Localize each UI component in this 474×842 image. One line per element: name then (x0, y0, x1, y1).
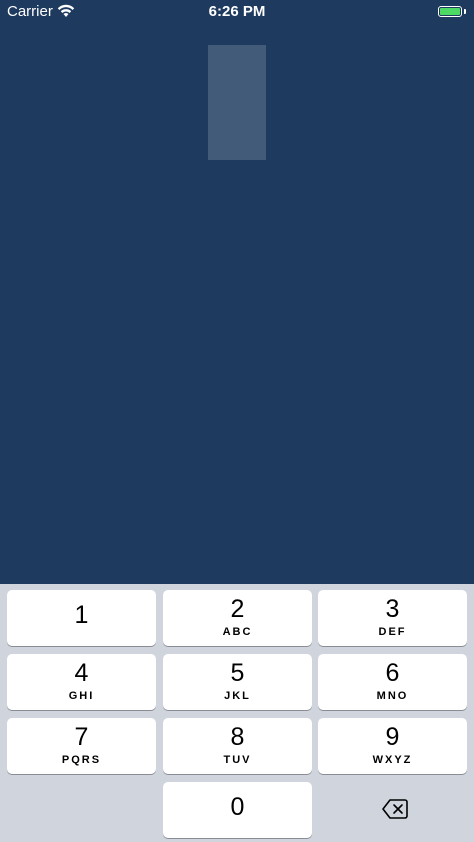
key-6[interactable]: 6 MNO (318, 654, 467, 710)
key-letters: DEF (378, 626, 407, 638)
key-digit: 8 (230, 723, 245, 751)
key-letters: TUV (223, 754, 252, 766)
key-letters: GHI (68, 690, 95, 702)
key-8[interactable]: 8 TUV (163, 718, 312, 774)
key-digit: 7 (74, 723, 89, 751)
key-digit: 1 (74, 601, 89, 629)
key-digit: 0 (230, 793, 245, 821)
passcode-input-box[interactable] (208, 45, 266, 160)
key-letters: MNO (376, 690, 409, 702)
battery-icon (438, 6, 462, 17)
battery-nub (464, 9, 466, 14)
key-digit: 5 (230, 659, 245, 687)
delete-button[interactable] (318, 782, 467, 838)
key-digit: 9 (385, 723, 400, 751)
key-digit: 4 (74, 659, 89, 687)
status-bar: Carrier 6:26 PM (0, 0, 474, 24)
key-4[interactable]: 4 GHI (7, 654, 156, 710)
key-digit: 3 (385, 595, 400, 623)
key-3[interactable]: 3 DEF (318, 590, 467, 646)
key-7[interactable]: 7 PQRS (7, 718, 156, 774)
key-letters: JKL (224, 690, 251, 702)
key-letters: WXYZ (372, 754, 413, 766)
key-9[interactable]: 9 WXYZ (318, 718, 467, 774)
battery-level (440, 8, 460, 15)
key-0[interactable]: 0 (163, 782, 312, 838)
key-1[interactable]: 1 (7, 590, 156, 646)
key-letters: ABC (222, 626, 253, 638)
key-digit: 6 (385, 659, 400, 687)
key-5[interactable]: 5 JKL (163, 654, 312, 710)
key-2[interactable]: 2 ABC (163, 590, 312, 646)
delete-backward-icon (382, 799, 408, 819)
numeric-keypad: 1 2 ABC 3 DEF 4 GHI 5 JKL 6 MNO 7 PQRS 8… (0, 584, 474, 842)
key-digit: 2 (230, 595, 245, 623)
key-letters: PQRS (61, 754, 102, 766)
status-time: 6:26 PM (208, 3, 266, 20)
